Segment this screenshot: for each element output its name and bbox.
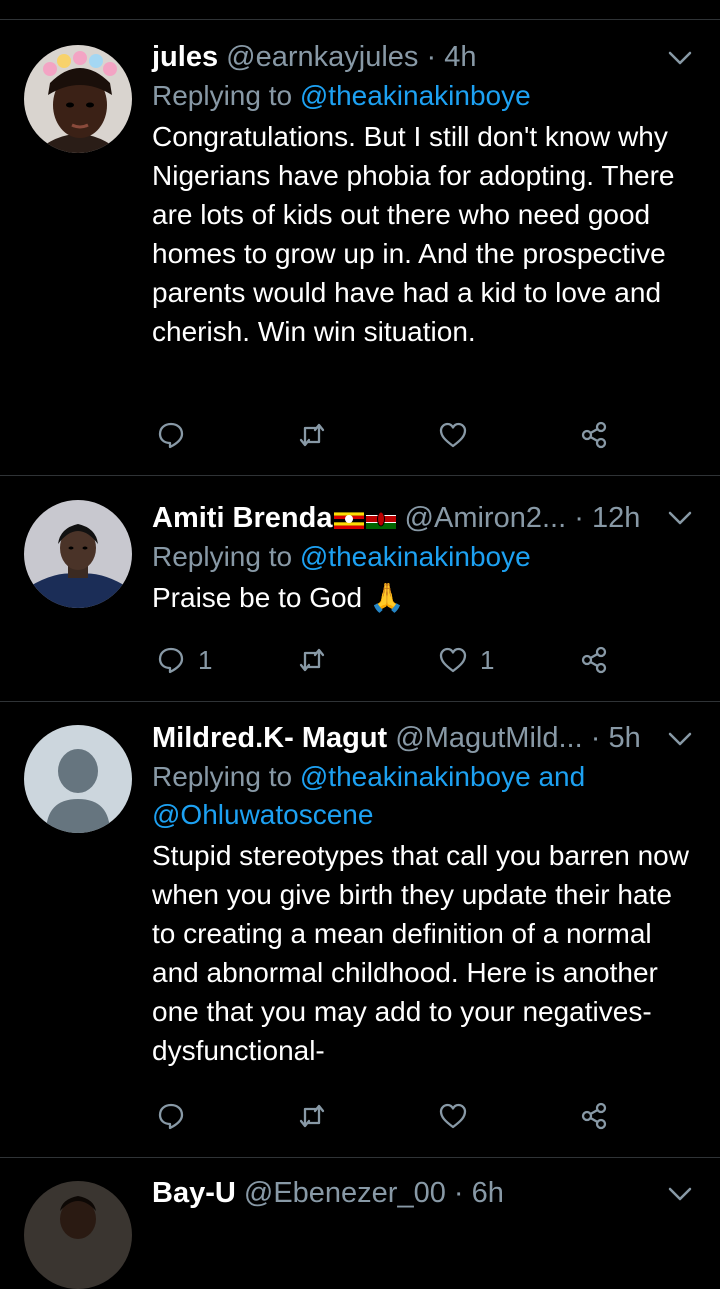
share-icon [581,421,607,449]
timestamp[interactable]: 4h [444,41,476,73]
tweet-actions [152,1096,622,1136]
tweet-header: Amiti Brenda @Amiron2... · 12h [152,500,700,536]
folded-hands-emoji: 🙏 [369,581,405,614]
reply-button[interactable] [156,415,198,455]
replying-prefix: Replying to [152,541,300,572]
user-handle[interactable]: @earnkayjules [226,41,418,73]
chevron-down-icon[interactable] [667,508,693,528]
display-name[interactable]: Bay-U [152,1177,236,1209]
retweet-button[interactable] [297,1096,339,1136]
share-icon [581,1102,607,1130]
display-name[interactable]: Mildred.K- Magut [152,722,387,754]
mention-link[interactable]: @theakinakinboye [300,80,531,111]
mention-link-2[interactable]: @Ohluwatoscene [152,799,373,830]
separator: · [566,502,592,534]
replying-to: Replying to @theakinakinboye [152,538,700,576]
replying-and: and [530,761,586,792]
tweet-actions: 1 1 [152,640,622,680]
separator: · [445,1177,472,1209]
tweet-header: Mildred.K- Magut @MagutMild... · 5h [152,720,700,756]
avatar[interactable] [24,500,132,608]
heart-icon [439,422,467,448]
share-button[interactable] [579,1096,609,1136]
retweet-icon [299,648,325,672]
reply-button[interactable] [156,1096,198,1136]
kenya-flag-icon [366,509,397,529]
share-icon [581,646,607,674]
heart-icon [439,647,467,673]
reply-icon [158,647,184,674]
timestamp[interactable]: 5h [608,722,640,754]
separator: · [582,722,609,754]
replying-prefix: Replying to [152,80,300,111]
display-name[interactable]: Amiti Brenda [152,502,332,534]
tweet-actions [152,415,622,455]
like-button[interactable] [438,415,480,455]
heart-icon [439,1103,467,1129]
user-handle[interactable]: @MagutMild... [395,722,582,754]
like-button[interactable]: 1 [438,640,494,680]
like-button[interactable] [438,1096,480,1136]
tweet-text: Congratulations. But I still don't know … [152,121,675,347]
reply-icon [158,1103,184,1130]
chevron-down-icon[interactable] [667,729,693,749]
separator: · [418,41,445,73]
reply-count: 1 [198,644,213,675]
mention-link[interactable]: @theakinakinboye [300,761,531,792]
tweet-header: Bay-U @Ebenezer_00 · 6h [152,1175,700,1211]
like-count: 1 [480,644,495,675]
reply-button[interactable]: 1 [156,640,212,680]
retweet-button[interactable] [297,415,339,455]
replying-to: Replying to @theakinakinboye [152,77,700,115]
tweet-divider [0,1157,720,1158]
timestamp[interactable]: 12h [592,502,640,534]
mention-link[interactable]: @theakinakinboye [300,541,531,572]
chevron-down-icon[interactable] [667,48,693,68]
timestamp[interactable]: 6h [472,1177,504,1209]
avatar[interactable] [24,1181,132,1289]
tweet-text: Praise be to God [152,582,363,613]
replying-to: Replying to @theakinakinboye and @Ohluwat… [152,758,700,834]
tweet-divider [0,475,720,476]
retweet-icon [299,423,325,447]
top-divider [0,19,720,20]
tweet-text: Stupid stereotypes that call you barren … [152,840,689,1066]
avatar[interactable] [24,725,132,833]
uganda-flag-icon [334,509,365,529]
retweet-icon [299,1104,325,1128]
chevron-down-icon[interactable] [667,1184,693,1204]
share-button[interactable] [579,640,609,680]
tweet-header: jules @earnkayjules · 4h [152,39,700,75]
user-handle[interactable]: @Amiron2... [405,502,567,534]
tweet-text-container: Praise be to God 🙏 [152,578,700,617]
tweet-divider [0,701,720,702]
avatar[interactable] [24,45,132,153]
share-button[interactable] [579,415,609,455]
display-name[interactable]: jules [152,41,218,73]
reply-icon [158,422,184,449]
retweet-button[interactable] [297,640,339,680]
user-handle[interactable]: @Ebenezer_00 [244,1177,446,1209]
replying-prefix: Replying to [152,761,300,792]
